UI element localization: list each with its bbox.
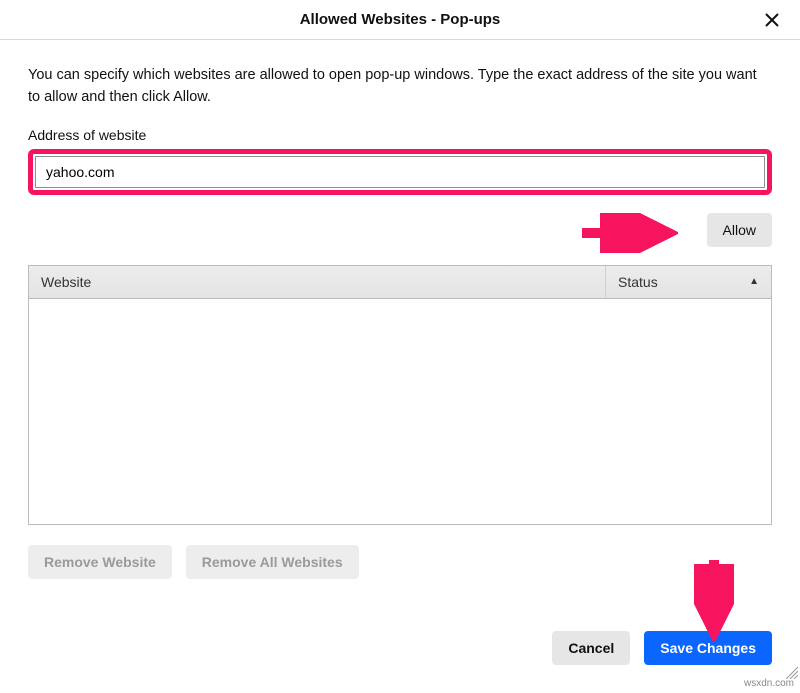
allow-button[interactable]: Allow — [707, 213, 772, 247]
remove-all-websites-button: Remove All Websites — [186, 545, 359, 579]
cancel-button[interactable]: Cancel — [552, 631, 630, 665]
close-icon — [764, 12, 780, 28]
address-input[interactable] — [35, 156, 765, 188]
description-text: You can specify which websites are allow… — [28, 64, 772, 109]
dialog-content: You can specify which websites are allow… — [0, 40, 800, 579]
column-header-website-label: Website — [41, 274, 91, 290]
sort-ascending-icon: ▲ — [749, 276, 759, 287]
website-table: Website Status ▲ — [28, 265, 772, 525]
column-header-status[interactable]: Status ▲ — [606, 266, 771, 298]
dialog-footer: Cancel Save Changes — [552, 631, 772, 665]
address-label: Address of website — [28, 127, 772, 143]
save-changes-button[interactable]: Save Changes — [644, 631, 772, 665]
table-header-row: Website Status ▲ — [29, 266, 771, 299]
column-header-status-label: Status — [618, 274, 658, 290]
dialog-title: Allowed Websites - Pop-ups — [300, 11, 501, 28]
remove-website-button: Remove Website — [28, 545, 172, 579]
close-button[interactable] — [760, 8, 784, 32]
watermark-text: wsxdn.com — [744, 678, 794, 689]
column-header-website[interactable]: Website — [29, 266, 606, 298]
address-highlight-annotation — [28, 149, 772, 195]
dialog-header: Allowed Websites - Pop-ups — [0, 0, 800, 40]
